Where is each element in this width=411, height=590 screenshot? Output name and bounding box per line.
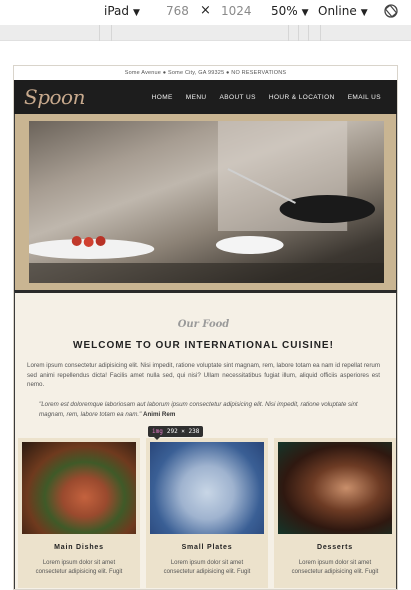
quote-text: "Lorem est doloremque laboriosam aut lab… bbox=[39, 400, 358, 418]
card-text: Lorem ipsum dolor sit amet consectetur a… bbox=[150, 559, 264, 576]
card-text-line: Lorem ipsum dolor sit amet bbox=[298, 560, 372, 566]
menu-email-us[interactable]: EMAIL US bbox=[348, 94, 381, 101]
ruler-segment[interactable] bbox=[100, 25, 112, 41]
network-select[interactable]: Online ▼ bbox=[318, 4, 368, 18]
inspector-size: 292 × 238 bbox=[166, 428, 200, 435]
dimension-separator: × bbox=[200, 3, 211, 18]
devtools-device-toolbar: iPad ▼ 768 × 1024 50% ▼ Online ▼ bbox=[0, 0, 411, 24]
media-query-ruler[interactable] bbox=[0, 25, 411, 41]
device-name: iPad bbox=[104, 4, 130, 18]
card-text: Lorem ipsum dolor sit amet consectetur a… bbox=[278, 559, 392, 576]
chevron-down-icon: ▼ bbox=[360, 8, 368, 18]
emulated-page: Some Avenue ● Some City, GA 99325 ● NO R… bbox=[13, 65, 398, 590]
chevron-down-icon: ▼ bbox=[133, 8, 140, 18]
menu-home[interactable]: HOME bbox=[152, 94, 173, 101]
ruler-segment[interactable] bbox=[0, 25, 100, 41]
card-title: Desserts bbox=[317, 544, 353, 551]
ruler-segment[interactable] bbox=[299, 25, 309, 41]
card-title: Main Dishes bbox=[54, 544, 104, 551]
intro-paragraph: Lorem ipsum consectetur adipisicing elit… bbox=[27, 362, 380, 389]
main-dishes-image bbox=[22, 442, 136, 534]
card-text-line: consectetur adipisicing elit. Fugit bbox=[163, 568, 251, 575]
inspector-tag: img bbox=[152, 428, 163, 435]
main-menu: HOME MENU ABOUT US HOUR & LOCATION EMAIL… bbox=[152, 80, 381, 114]
card-text-line: consectetur adipisicing elit. Fugit bbox=[35, 568, 123, 575]
menu-hour-location[interactable]: HOUR & LOCATION bbox=[269, 94, 335, 101]
food-cards: Main Dishes Lorem ipsum dolor sit amet c… bbox=[18, 438, 397, 588]
device-select[interactable]: iPad ▼ bbox=[104, 4, 140, 18]
card-title: Small Plates bbox=[181, 544, 233, 551]
hero-chef-photo bbox=[29, 121, 384, 283]
height-input[interactable]: 1024 bbox=[221, 4, 252, 18]
section-subtitle: Our Food bbox=[177, 319, 230, 330]
zoom-value: 50% bbox=[271, 4, 298, 18]
width-input[interactable]: 768 bbox=[166, 4, 189, 18]
testimonial-quote: "Lorem est doloremque laboriosam aut lab… bbox=[39, 400, 380, 420]
menu-about-us[interactable]: ABOUT US bbox=[220, 94, 256, 101]
card-text-line: consectetur adipisicing elit. Fugit bbox=[291, 568, 379, 575]
card-small-plates[interactable]: Small Plates Lorem ipsum dolor sit amet … bbox=[146, 438, 268, 588]
rotate-icon[interactable] bbox=[383, 3, 399, 19]
zoom-select[interactable]: 50% ▼ bbox=[271, 4, 309, 18]
card-text: Lorem ipsum dolor sit amet consectetur a… bbox=[22, 559, 136, 576]
small-plates-image bbox=[150, 442, 264, 534]
site-logo[interactable]: Spoon bbox=[24, 85, 85, 109]
section-heading: WELCOME TO OUR INTERNATIONAL CUISINE! bbox=[73, 340, 334, 351]
card-text-line: Lorem ipsum dolor sit amet bbox=[170, 560, 244, 566]
ruler-segment[interactable] bbox=[309, 25, 321, 41]
inspector-tooltip: img 292 × 238 bbox=[148, 426, 204, 440]
ruler-segment[interactable] bbox=[112, 25, 289, 41]
desserts-image bbox=[278, 442, 392, 534]
chevron-down-icon: ▼ bbox=[301, 8, 309, 18]
card-main-dishes[interactable]: Main Dishes Lorem ipsum dolor sit amet c… bbox=[18, 438, 140, 588]
ruler-segment[interactable] bbox=[289, 25, 299, 41]
network-value: Online bbox=[318, 4, 357, 18]
site-navbar: Spoon HOME MENU ABOUT US HOUR & LOCATION… bbox=[14, 80, 397, 114]
quote-author: Animi Rem bbox=[143, 410, 176, 418]
card-desserts[interactable]: Desserts Lorem ipsum dolor sit amet cons… bbox=[274, 438, 396, 588]
hero-banner bbox=[14, 114, 397, 290]
card-text-line: Lorem ipsum dolor sit amet bbox=[42, 560, 116, 566]
menu-menu[interactable]: MENU bbox=[186, 94, 207, 101]
address-bar-text: Some Avenue ● Some City, GA 99325 ● NO R… bbox=[14, 66, 397, 80]
chef-cooking-illustration bbox=[29, 121, 384, 283]
